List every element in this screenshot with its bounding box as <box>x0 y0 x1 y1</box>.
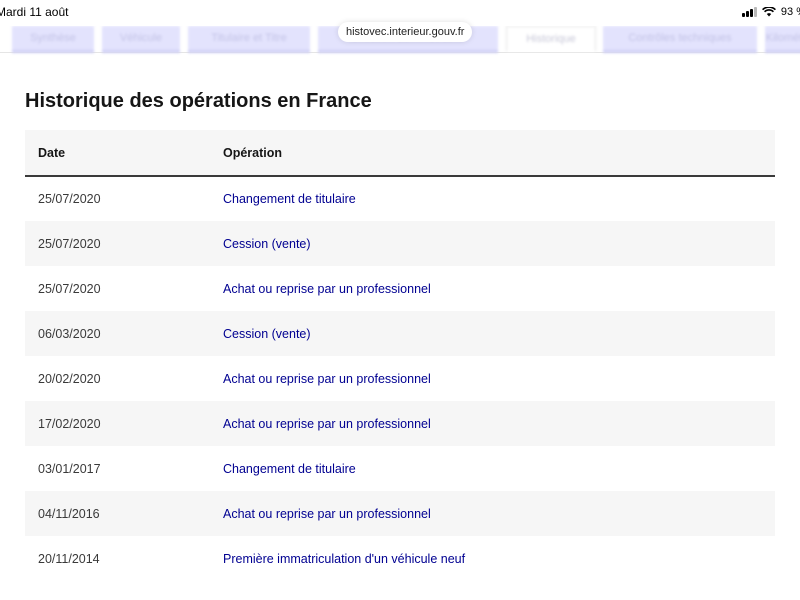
table-row: 20/11/2014 Première immatriculation d'un… <box>25 536 775 581</box>
date-cell: 20/02/2020 <box>38 371 101 386</box>
table-row: 03/01/2017 Changement de titulaire <box>25 446 775 491</box>
tab-controles-techniques[interactable]: Contrôles techniques <box>603 26 757 53</box>
table-row: 25/07/2020 Changement de titulaire <box>25 176 775 221</box>
operations-table: Date Opération 25/07/2020 Changement de … <box>25 130 775 581</box>
date-cell: 04/11/2016 <box>38 506 100 521</box>
status-time: Mardi 11 août <box>0 5 69 19</box>
table-row: 04/11/2016 Achat ou reprise par un profe… <box>25 491 775 536</box>
section-title: Historique des opérations en France <box>25 90 372 112</box>
date-cell: 25/07/2020 <box>38 281 101 296</box>
operation-cell: Cession (vente) <box>223 326 311 341</box>
table-row: 17/02/2020 Achat ou reprise par un profe… <box>25 401 775 446</box>
date-cell: 17/02/2020 <box>38 416 101 431</box>
date-cell: 25/07/2020 <box>38 192 101 206</box>
operation-cell: Changement de titulaire <box>223 461 356 476</box>
wifi-icon <box>761 7 776 17</box>
table-header-row: Date Opération <box>25 130 775 176</box>
operation-cell: Achat ou reprise par un professionnel <box>223 281 431 296</box>
table-row: 25/07/2020 Cession (vente) <box>25 221 775 266</box>
date-cell: 20/11/2014 <box>38 551 100 566</box>
cellular-signal-icon <box>741 7 757 17</box>
tab-kilometrage[interactable]: Kilométrage <box>765 26 800 53</box>
tab-titulaire[interactable]: Titulaire et Titre <box>188 26 310 53</box>
table-row: 06/03/2020 Cession (vente) <box>25 311 775 356</box>
table-row: 25/07/2020 Achat ou reprise par un profe… <box>25 266 775 311</box>
tab-synthese[interactable]: Synthèse <box>12 26 94 53</box>
table-row: 20/02/2020 Achat ou reprise par un profe… <box>25 356 775 401</box>
date-cell: 25/07/2020 <box>38 236 101 251</box>
operation-column-header: Opération <box>223 145 283 160</box>
operation-cell: Changement de titulaire <box>223 192 356 206</box>
status-icons: 93 % <box>741 6 800 18</box>
date-cell: 06/03/2020 <box>38 326 101 341</box>
operation-cell: Cession (vente) <box>223 236 311 251</box>
operation-cell: Achat ou reprise par un professionnel <box>223 416 431 431</box>
tab-vehicule[interactable]: Véhicule <box>102 26 180 53</box>
address-bar[interactable]: histovec.interieur.gouv.fr <box>338 22 473 42</box>
date-column-header: Date <box>38 145 66 160</box>
operation-cell: Achat ou reprise par un professionnel <box>223 506 431 521</box>
battery-level: 93 % <box>780 6 800 18</box>
tab-historique[interactable]: Historique <box>506 26 596 51</box>
operation-cell: Première immatriculation d'un véhicule n… <box>223 551 466 566</box>
operation-cell: Achat ou reprise par un professionnel <box>223 371 431 386</box>
date-cell: 03/01/2017 <box>38 461 101 476</box>
